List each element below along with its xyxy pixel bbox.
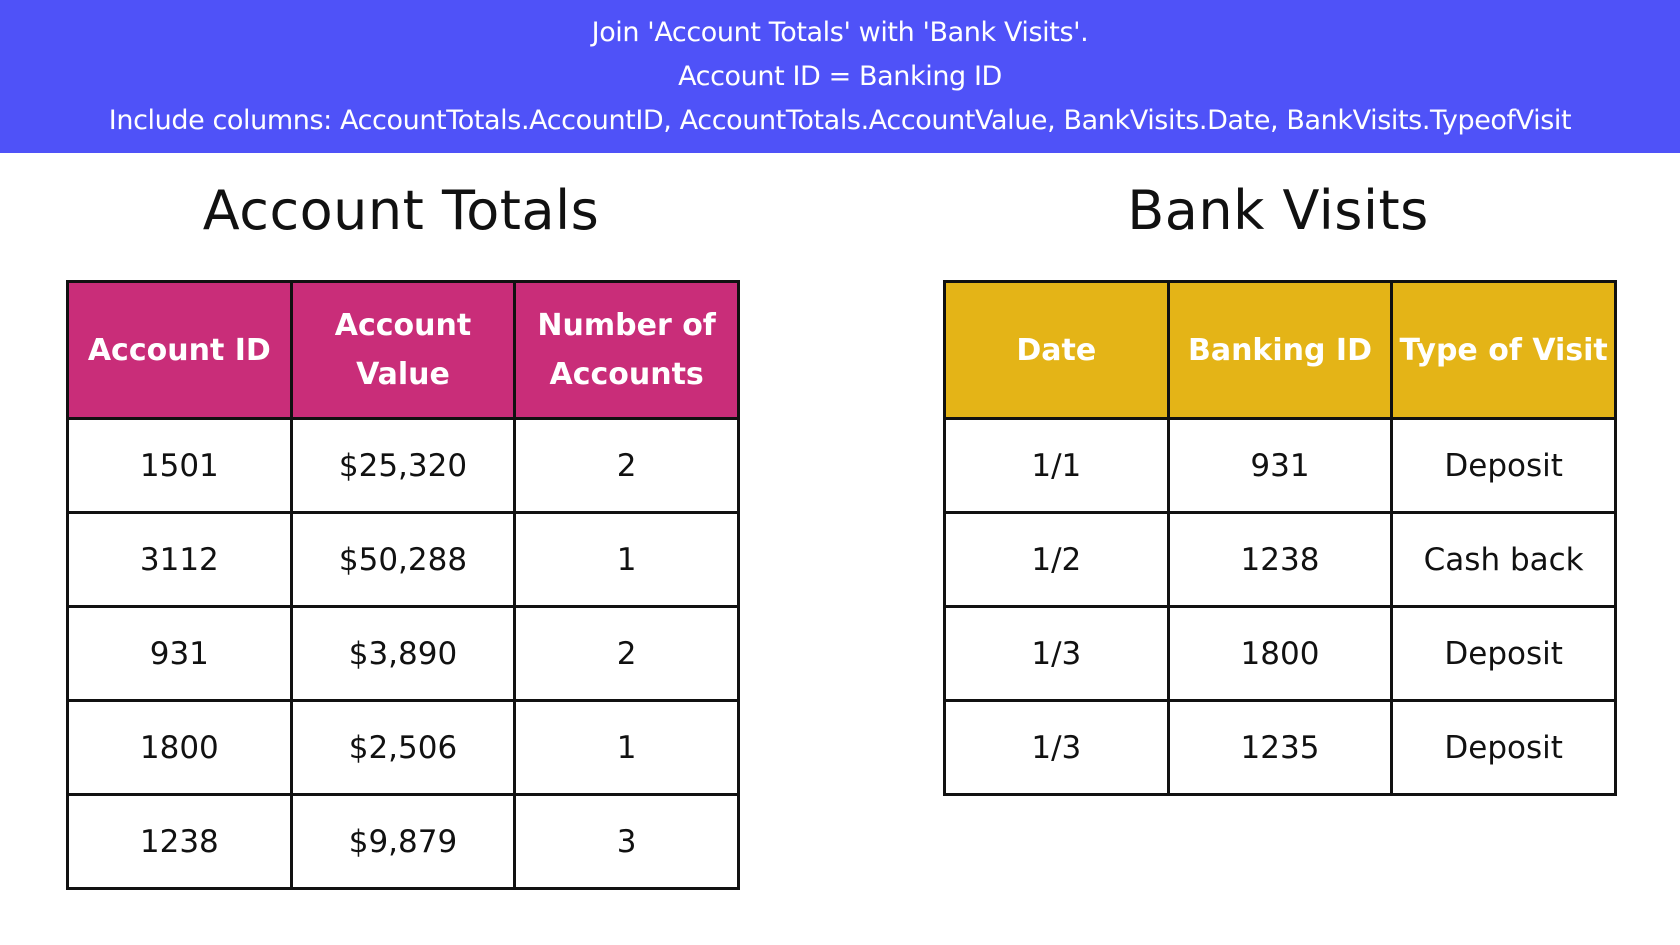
table-row: 931 $3,890 2	[66, 605, 740, 702]
instruction-banner: Join 'Account Totals' with 'Bank Visits'…	[0, 0, 1680, 153]
column-header-banking-id: Banking ID	[1166, 280, 1394, 420]
table-cell: Deposit	[1390, 605, 1617, 702]
table-row: 1/1 931 Deposit	[943, 417, 1617, 514]
table-cell: Deposit	[1390, 699, 1617, 796]
table-cell: $25,320	[289, 417, 517, 514]
column-header-date: Date	[943, 280, 1170, 420]
table-cell: 1238	[1166, 511, 1394, 608]
table-cell: 2	[513, 605, 740, 702]
table-cell: Cash back	[1390, 511, 1617, 608]
table-cell: 1/3	[943, 699, 1170, 796]
account-totals-title: Account Totals	[202, 179, 600, 242]
table-cell: Deposit	[1390, 417, 1617, 514]
instruction-line-condition: Account ID = Banking ID	[678, 61, 1002, 92]
column-header-account-id: Account ID	[66, 280, 293, 420]
instruction-line-columns: Include columns: AccountTotals.AccountID…	[108, 105, 1572, 136]
table-header-row: Date Banking ID Type of Visit	[943, 280, 1617, 420]
table-row: 1/3 1235 Deposit	[943, 699, 1617, 796]
table-cell: 1/1	[943, 417, 1170, 514]
table-cell: $2,506	[289, 699, 517, 796]
table-cell: 931	[66, 605, 293, 702]
table-cell: 1	[513, 511, 740, 608]
table-cell: 1800	[1166, 605, 1394, 702]
table-cell: 931	[1166, 417, 1394, 514]
table-cell: $50,288	[289, 511, 517, 608]
table-row: 3112 $50,288 1	[66, 511, 740, 608]
table-cell: 3112	[66, 511, 293, 608]
table-row: 1501 $25,320 2	[66, 417, 740, 514]
column-header-type-of-visit: Type of Visit	[1390, 280, 1617, 420]
table-cell: 1235	[1166, 699, 1394, 796]
bank-visits-title: Bank Visits	[1127, 179, 1429, 242]
table-cell: 1/3	[943, 605, 1170, 702]
account-totals-table: Account ID Account Value Number of Accou…	[66, 280, 740, 890]
table-cell: 1	[513, 699, 740, 796]
table-cell: $9,879	[289, 793, 517, 890]
table-row: 1/3 1800 Deposit	[943, 605, 1617, 702]
table-cell: 2	[513, 417, 740, 514]
table-cell: 1800	[66, 699, 293, 796]
table-header-row: Account ID Account Value Number of Accou…	[66, 280, 740, 420]
column-header-number-of-accounts: Number of Accounts	[513, 280, 740, 420]
table-cell: 3	[513, 793, 740, 890]
table-cell: 1238	[66, 793, 293, 890]
table-row: 1/2 1238 Cash back	[943, 511, 1617, 608]
table-row: 1800 $2,506 1	[66, 699, 740, 796]
table-row: 1238 $9,879 3	[66, 793, 740, 890]
table-cell: 1/2	[943, 511, 1170, 608]
table-cell: 1501	[66, 417, 293, 514]
bank-visits-table: Date Banking ID Type of Visit 1/1 931 De…	[943, 280, 1617, 796]
column-header-account-value: Account Value	[289, 280, 517, 420]
table-cell: $3,890	[289, 605, 517, 702]
instruction-line-join: Join 'Account Totals' with 'Bank Visits'…	[591, 17, 1089, 48]
